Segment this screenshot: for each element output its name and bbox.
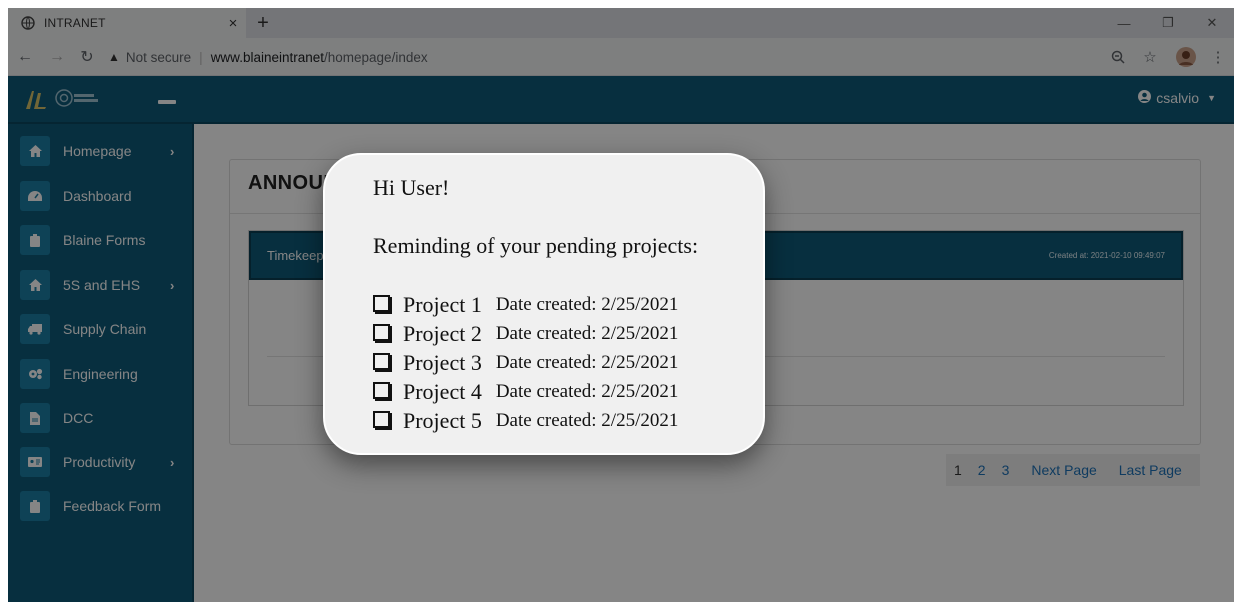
project-item: Project 2 Date created: 2/25/2021 xyxy=(373,319,678,348)
project-date: Date created: 2/25/2021 xyxy=(495,380,679,402)
project-item: Project 4 Date created: 2/25/2021 xyxy=(373,377,678,406)
project-name: Project 2 xyxy=(403,320,482,346)
project-name: Project 4 xyxy=(403,378,482,404)
project-item: Project 1 Date created: 2/25/2021 xyxy=(373,290,678,319)
project-date: Date created: 2/25/2021 xyxy=(495,409,679,431)
project-list: Project 1 Date created: 2/25/2021 Projec… xyxy=(373,290,678,435)
project-name: Project 1 xyxy=(403,291,482,317)
modal-reminder-text: Reminding of your pending projects: xyxy=(373,233,699,258)
project-name: Project 5 xyxy=(403,407,482,433)
project-date: Date created: 2/25/2021 xyxy=(495,351,679,373)
checkbox-icon[interactable] xyxy=(373,295,390,312)
pending-projects-modal: Hi User! Reminding of your pending proje… xyxy=(323,153,765,455)
project-name: Project 3 xyxy=(403,349,482,375)
project-item: Project 3 Date created: 2/25/2021 xyxy=(373,348,678,377)
checkbox-icon[interactable] xyxy=(373,324,390,341)
project-item: Project 5 Date created: 2/25/2021 xyxy=(373,406,678,435)
checkbox-icon[interactable] xyxy=(373,382,390,399)
checkbox-icon[interactable] xyxy=(373,353,390,370)
project-date: Date created: 2/25/2021 xyxy=(495,293,679,315)
project-date: Date created: 2/25/2021 xyxy=(495,322,679,344)
checkbox-icon[interactable] xyxy=(373,411,390,428)
modal-greeting: Hi User! xyxy=(373,175,450,200)
